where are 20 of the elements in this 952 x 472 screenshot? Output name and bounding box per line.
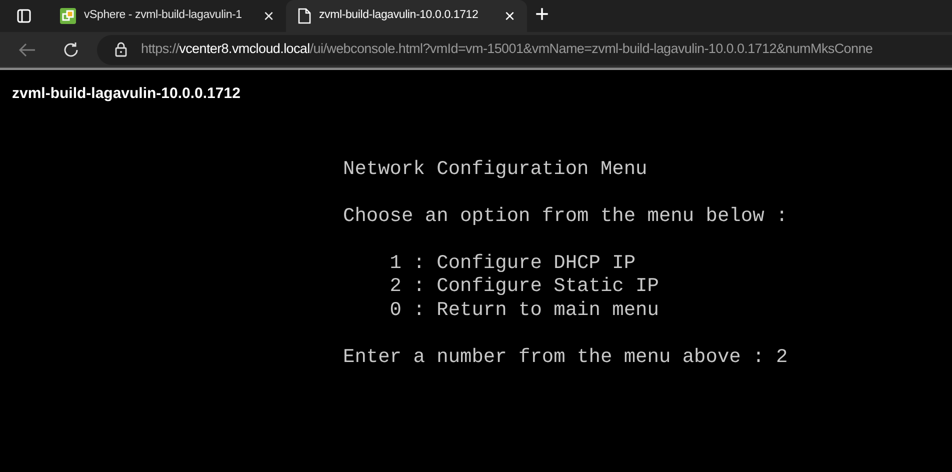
lock-icon[interactable] xyxy=(115,42,127,57)
cubes-icon xyxy=(60,8,76,24)
address-bar[interactable]: https://vcenter8.vmcloud.local/ui/webconsole.html?vmId=vm-15001&vmName=zvml-build-lagavulin-10.0.0.1712&numMksConne xyxy=(97,34,952,64)
url-text: https://vcenter8.vmcloud.local/ui/webconsole.html?vmId=vm-15001&vmName=zvml-build-lagavulin-10.0.0.1712&numMksConne xyxy=(141,40,873,58)
close-icon[interactable]: × xyxy=(263,7,274,25)
new-tab-button[interactable]: + xyxy=(535,3,550,27)
input-prompt: Enter a number from the menu above : 2 xyxy=(343,346,788,369)
close-icon[interactable]: × xyxy=(504,7,515,25)
browser-tab[interactable]: zvml-build-lagavulin-10.0.0.1712 × xyxy=(286,0,527,32)
menu-option: 1 : Configure DHCP IP xyxy=(343,252,636,275)
back-icon[interactable] xyxy=(18,42,36,58)
document-icon xyxy=(298,8,311,24)
menu-option: 0 : Return to main menu xyxy=(343,298,659,322)
menu-heading: Network Configuration Menu xyxy=(343,158,648,181)
menu-instruction: Choose an option from the menu below : xyxy=(343,204,788,228)
menu-option: 2 : Configure Static IP xyxy=(343,275,659,298)
tab-actions-icon[interactable] xyxy=(17,9,31,23)
reload-icon[interactable] xyxy=(62,40,80,58)
browser-tab[interactable]: vSphere - zvml-build-lagavulin-1 × xyxy=(48,0,286,32)
console-title: zvml-build-lagavulin-10.0.0.1712 xyxy=(12,84,240,104)
